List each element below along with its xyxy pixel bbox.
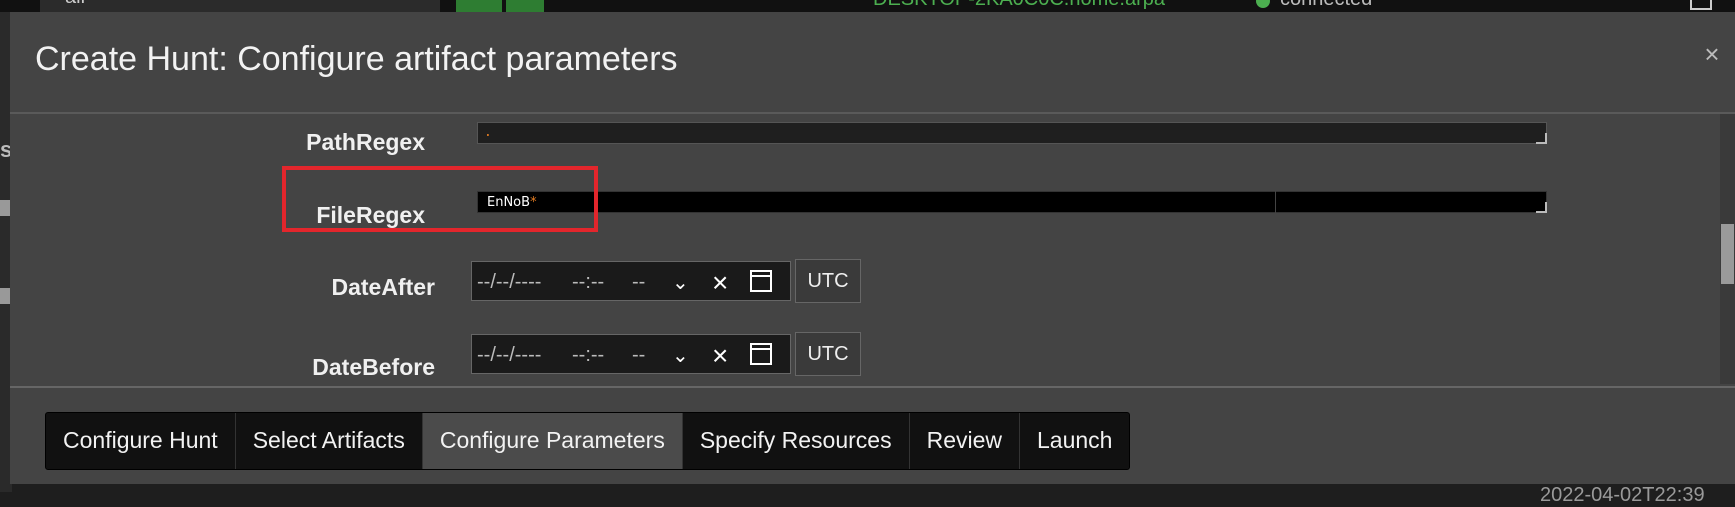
- search-button[interactable]: [456, 0, 502, 12]
- step-launch[interactable]: Launch: [1020, 413, 1129, 469]
- search-input[interactable]: all: [40, 0, 440, 12]
- clear-icon[interactable]: ×: [712, 267, 728, 299]
- step-specify-resources[interactable]: Specify Resources: [683, 413, 910, 469]
- create-hunt-modal: Create Hunt: Configure artifact paramete…: [10, 12, 1735, 484]
- param-label-datebefore: DateBefore: [312, 354, 435, 380]
- fileregex-input[interactable]: EnNoB*: [477, 191, 1547, 213]
- resize-handle[interactable]: [1536, 202, 1547, 213]
- pathregex-value: .: [484, 125, 492, 140]
- ampm-placeholder: --: [632, 271, 646, 293]
- resize-handle[interactable]: [1536, 133, 1547, 144]
- divider: [1275, 191, 1276, 213]
- wizard-stepper: Configure Hunt Select Artifacts Configur…: [45, 412, 1131, 470]
- calendar-icon[interactable]: [750, 270, 772, 292]
- datebefore-input[interactable]: --/--/---- --:-- -- ⌄ ×: [471, 334, 791, 374]
- date-placeholder: --/--/----: [477, 344, 542, 366]
- dateafter-input[interactable]: --/--/---- --:-- -- ⌄ ×: [471, 261, 791, 301]
- step-review[interactable]: Review: [910, 413, 1020, 469]
- close-icon[interactable]: ×: [1700, 41, 1724, 67]
- ampm-placeholder: --: [632, 344, 646, 366]
- logout-icon[interactable]: [1690, 0, 1712, 10]
- modal-header: Create Hunt: Configure artifact paramete…: [10, 12, 1735, 114]
- chevron-down-icon[interactable]: ⌄: [672, 270, 689, 295]
- step-configure-hunt[interactable]: Configure Hunt: [46, 413, 236, 469]
- datebefore-utc-button[interactable]: UTC: [795, 332, 861, 376]
- highlight-box: [282, 166, 598, 232]
- scrollbar-thumb[interactable]: [1721, 224, 1734, 284]
- time-placeholder: --:--: [572, 344, 605, 366]
- date-placeholder: --/--/----: [477, 271, 542, 293]
- step-select-artifacts[interactable]: Select Artifacts: [236, 413, 423, 469]
- clear-icon[interactable]: ×: [712, 340, 728, 372]
- hostname-label: DESKTOP-2KA0C0C.home.arpa: [873, 0, 1165, 11]
- sidebar-marker: [0, 200, 10, 216]
- time-placeholder: --:--: [572, 271, 605, 293]
- param-label-pathregex: PathRegex: [306, 129, 425, 155]
- connection-status-label: connected: [1280, 0, 1372, 11]
- param-label-dateafter: DateAfter: [331, 274, 435, 300]
- step-configure-parameters[interactable]: Configure Parameters: [422, 413, 683, 469]
- dateafter-utc-button[interactable]: UTC: [795, 259, 861, 303]
- calendar-icon[interactable]: [750, 343, 772, 365]
- search-dropdown-button[interactable]: [506, 0, 544, 12]
- chevron-down-icon[interactable]: ⌄: [672, 343, 689, 368]
- timestamp: 2022-04-02T22:39: [1540, 484, 1705, 506]
- parameters-form: PathRegex . FileRegex EnNoB* DateAfter -…: [10, 114, 1735, 384]
- modal-footer: Configure Hunt Select Artifacts Configur…: [10, 386, 1735, 486]
- modal-title: Create Hunt: Configure artifact paramete…: [35, 40, 678, 78]
- sidebar-marker: [0, 288, 10, 304]
- pathregex-input[interactable]: .: [477, 122, 1547, 144]
